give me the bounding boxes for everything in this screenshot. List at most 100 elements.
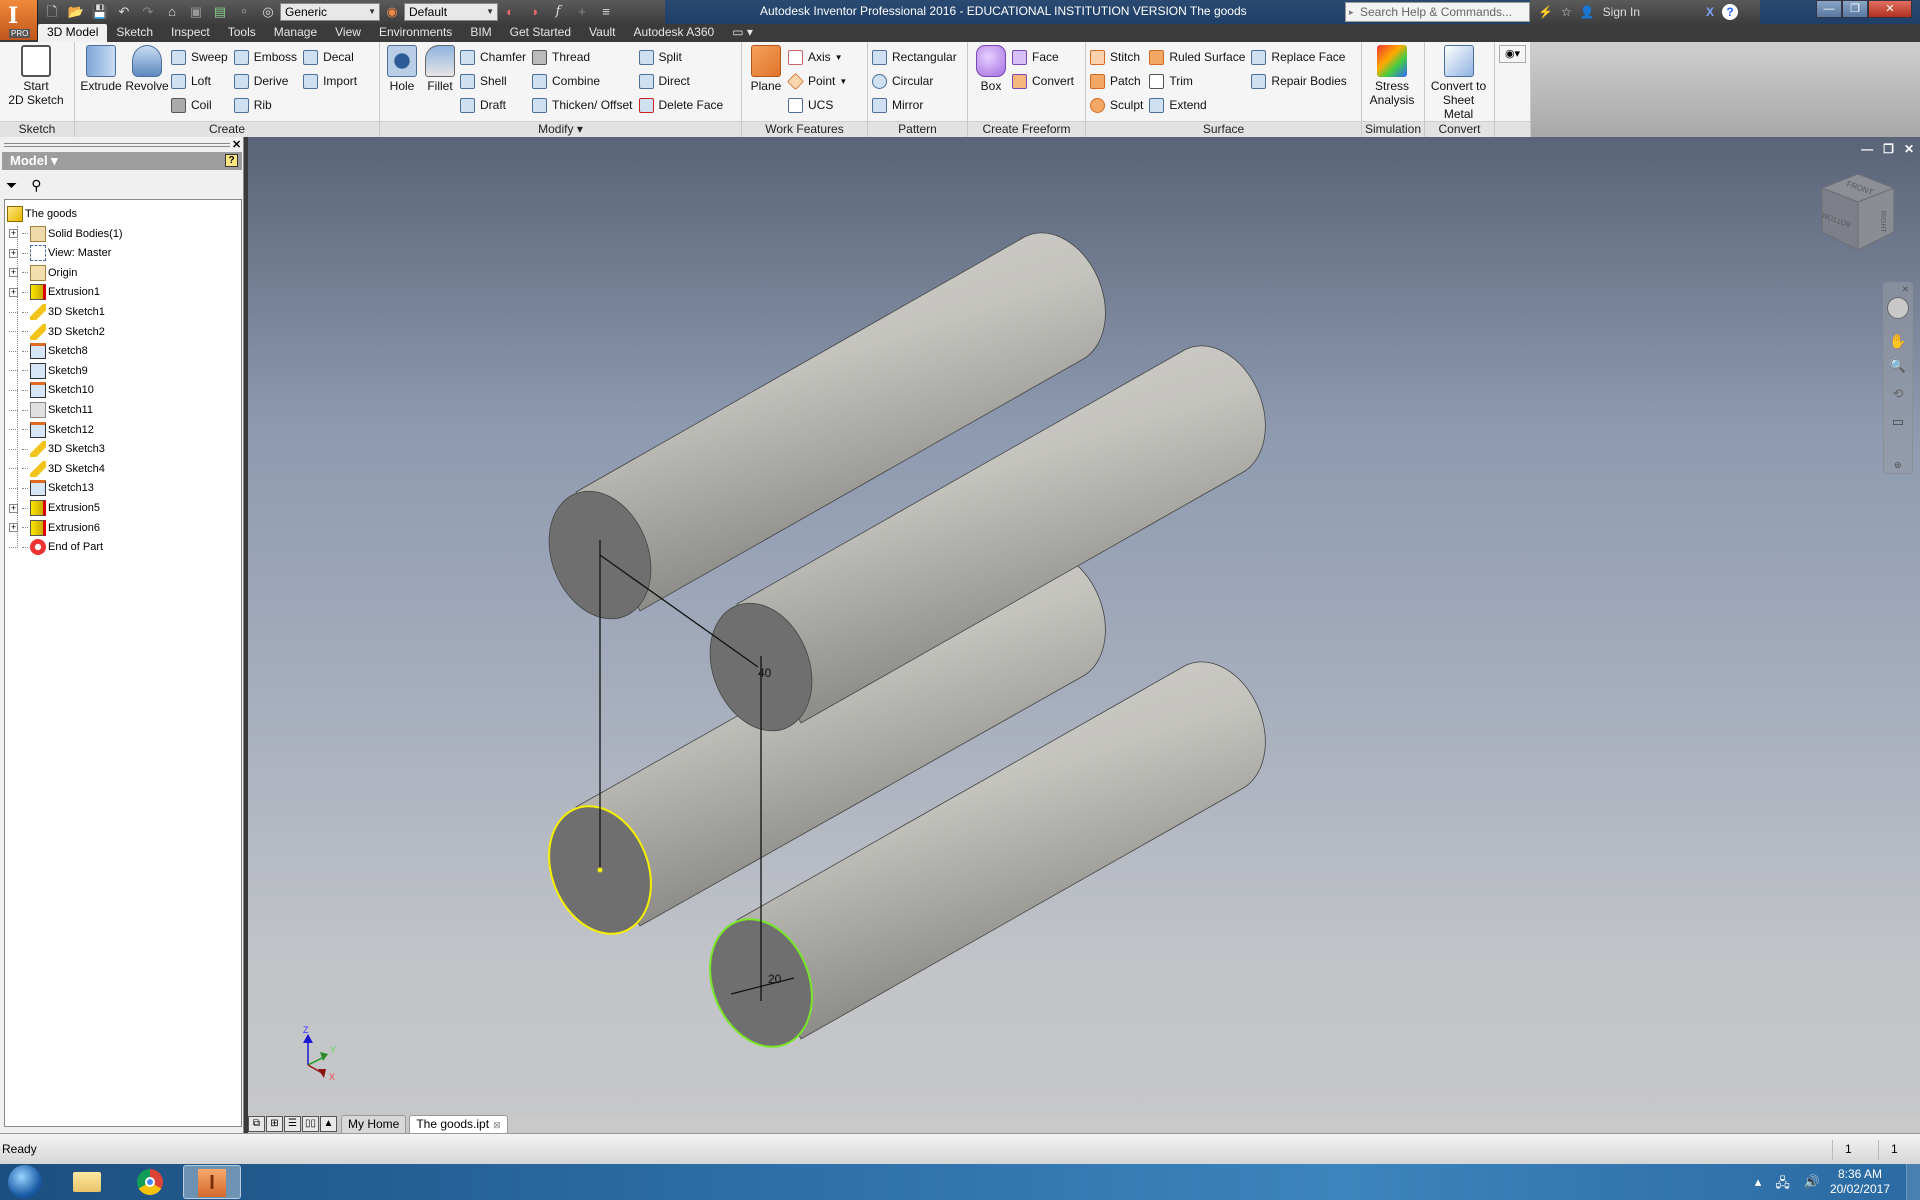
ribbon-display-options[interactable]: ▭ ▾ (723, 24, 762, 42)
tree-node[interactable]: Sketch13 (9, 479, 94, 497)
material-icon[interactable]: ◎ (259, 3, 277, 21)
expand-toggle-icon[interactable]: + (9, 523, 18, 533)
derive-button[interactable]: Derive (233, 69, 297, 93)
box-freeform-button[interactable]: Box (972, 45, 1010, 93)
stitch-button[interactable]: Stitch (1090, 45, 1143, 69)
emboss-button[interactable]: Emboss (233, 45, 297, 69)
start-2d-sketch-button[interactable]: Start 2D Sketch (4, 45, 68, 107)
tree-node[interactable]: 3D Sketch1 (9, 303, 105, 321)
ribbon-overflow-button[interactable]: ◉▾ (1499, 45, 1526, 63)
draft-button[interactable]: Draft (460, 93, 526, 117)
replace-face-button[interactable]: Replace Face (1251, 45, 1346, 69)
chamfer-button[interactable]: Chamfer (460, 45, 526, 69)
tree-node[interactable]: Sketch8 (9, 342, 88, 360)
network-icon[interactable]: 🖧 (1775, 1174, 1790, 1196)
tree-node[interactable]: End of Part (9, 538, 103, 556)
doc-tab-the-goods[interactable]: The goods.ipt ⊠ (409, 1115, 508, 1133)
sweep-button[interactable]: Sweep (171, 45, 228, 69)
direct-button[interactable]: Direct (638, 69, 724, 93)
clear-appearance-icon[interactable]: ◑ (525, 3, 543, 21)
volume-icon[interactable]: 🔊 (1804, 1174, 1820, 1196)
tree-node[interactable]: + Origin (9, 264, 77, 282)
tile-vertical-button[interactable]: ▯▯ (302, 1116, 319, 1132)
tab-3d-model[interactable]: 3D Model (38, 24, 108, 42)
favorites-icon[interactable]: ☆ (1561, 5, 1572, 19)
patch-button[interactable]: Patch (1090, 69, 1143, 93)
exchange-apps-icon[interactable]: X (1706, 5, 1714, 19)
tree-node[interactable]: 3D Sketch3 (9, 440, 105, 458)
thread-button[interactable]: Thread (532, 45, 632, 69)
hole-button[interactable]: Hole (384, 45, 420, 93)
communication-center-icon[interactable]: ⚡ (1538, 5, 1553, 19)
viewport-close-icon[interactable]: ✕ (1904, 142, 1914, 156)
browser-title[interactable]: Model ▾ (10, 153, 58, 168)
tree-node[interactable]: The goods (7, 205, 77, 223)
appearance-icon[interactable]: ◉ (383, 3, 401, 21)
show-desktop-button[interactable] (1906, 1164, 1920, 1200)
mirror-button[interactable]: Mirror (872, 93, 957, 117)
convert-freeform-button[interactable]: Convert (1012, 69, 1074, 93)
rib-button[interactable]: Rib (233, 93, 297, 117)
browser-help-icon[interactable]: ? (225, 154, 238, 167)
browser-grip[interactable] (4, 143, 230, 147)
trim-button[interactable]: Trim (1149, 69, 1245, 93)
expand-toggle-icon[interactable]: + (9, 248, 18, 258)
loft-button[interactable]: Loft (171, 69, 228, 93)
graphics-viewport[interactable]: 40 20 — ❐ ✕ FRONT RIGHT BOTTOM ✕ ✋ 🔍 ⟲ ▭… (248, 137, 1920, 1115)
viewport-restore-icon[interactable]: ❐ (1883, 142, 1894, 156)
sign-in-button[interactable]: Sign In (1603, 5, 1640, 19)
decal-button[interactable]: Decal (303, 45, 357, 69)
tab-autodesk-a360[interactable]: Autodesk A360 (625, 24, 724, 42)
redo-icon[interactable]: ↷ (139, 3, 157, 21)
measure-icon[interactable]: + (573, 3, 591, 21)
tab-get-started[interactable]: Get Started (501, 24, 580, 42)
close-tab-icon[interactable]: ⊠ (493, 1120, 501, 1130)
tree-node[interactable]: + Solid Bodies(1) (9, 225, 123, 243)
tree-node[interactable]: + Extrusion5 (9, 499, 100, 517)
model-scene[interactable]: 40 20 (248, 137, 1920, 1115)
adjust-appearance-icon[interactable]: ◐ (501, 3, 519, 21)
cascade-windows-button[interactable]: ⧉ (248, 1116, 265, 1132)
tree-node[interactable]: 3D Sketch2 (9, 323, 105, 341)
tree-node[interactable]: + Extrusion6 (9, 519, 100, 537)
taskbar-chrome[interactable] (128, 1165, 174, 1199)
clock[interactable]: 8:36 AM 20/02/2017 (1830, 1167, 1890, 1197)
tab-bim[interactable]: BIM (461, 24, 500, 42)
tree-node[interactable]: Sketch9 (9, 362, 88, 380)
user-icon[interactable]: 👤 (1580, 5, 1595, 19)
select-icon[interactable]: ▤ (211, 3, 229, 21)
help-icon[interactable]: ? (1722, 4, 1739, 20)
orbit-icon[interactable]: ⟲ (1884, 386, 1912, 402)
panel-label-modify[interactable]: Modify ▾ (380, 121, 741, 137)
convert-to-sheet-metal-button[interactable]: Convert to Sheet Metal (1427, 45, 1490, 121)
viewport-minimize-icon[interactable]: — (1861, 142, 1873, 156)
filter-icon[interactable]: ⏷ (6, 177, 17, 194)
browser-close-icon[interactable]: ✕ (232, 138, 241, 151)
appearance-combo[interactable]: Default (404, 3, 498, 21)
tree-node[interactable]: Sketch12 (9, 421, 94, 439)
home-icon[interactable]: ⌂ (163, 3, 181, 21)
help-search-input[interactable]: Search Help & Commands... (1345, 2, 1530, 22)
taskbar-inventor[interactable]: I (183, 1165, 241, 1199)
iproperties-icon[interactable]: ⚬ (235, 3, 253, 21)
tab-inspect[interactable]: Inspect (162, 24, 219, 42)
tile-windows-button[interactable]: ⊞ (266, 1116, 283, 1132)
extrude-button[interactable]: Extrude (79, 45, 123, 93)
split-button[interactable]: Split (638, 45, 724, 69)
tree-node[interactable]: + Extrusion1 (9, 283, 100, 301)
stress-analysis-button[interactable]: Stress Analysis (1364, 45, 1420, 107)
minimize-button[interactable]: — (1816, 0, 1842, 18)
tree-node[interactable]: Sketch11 (9, 401, 93, 419)
restore-button[interactable]: ❐ (1842, 0, 1868, 18)
tree-node[interactable]: 3D Sketch4 (9, 460, 105, 478)
tab-vault[interactable]: Vault (580, 24, 624, 42)
ruled-surface-button[interactable]: Ruled Surface (1149, 45, 1245, 69)
application-menu-button[interactable]: I PRO (0, 0, 38, 40)
combine-button[interactable]: Combine (532, 69, 632, 93)
thicken-offset-button[interactable]: Thicken/ Offset (532, 93, 633, 117)
coil-button[interactable]: Coil (171, 93, 228, 117)
pan-icon[interactable]: ✋ (1884, 333, 1912, 350)
revolve-button[interactable]: Revolve (125, 45, 169, 93)
find-binoculars-icon[interactable]: ⚲ (31, 177, 41, 194)
look-at-icon[interactable]: ▭ (1884, 414, 1912, 430)
